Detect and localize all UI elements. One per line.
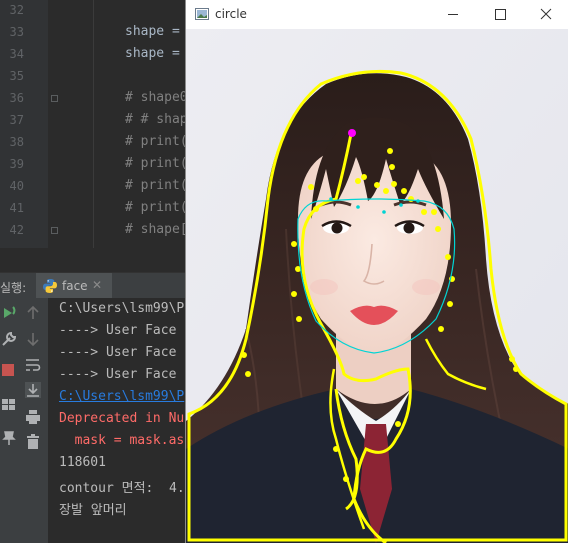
run-panel-title: 실행: <box>0 281 27 295</box>
console-line: ----> User Face <box>59 323 177 338</box>
line-number: 35 <box>9 69 24 83</box>
code-line: # print( <box>125 200 188 215</box>
stop-icon[interactable] <box>0 361 18 379</box>
console-line: ----> User Face <box>59 345 177 360</box>
wrench-icon[interactable] <box>0 330 18 348</box>
layout-icon[interactable] <box>0 396 18 414</box>
console-line: 118601 <box>59 455 106 470</box>
print-icon[interactable] <box>24 408 42 426</box>
run-tab-face[interactable]: face ✕ <box>36 273 112 299</box>
rerun-icon[interactable] <box>0 304 18 322</box>
code-line: shape = <box>125 24 188 39</box>
minimize-icon[interactable] <box>430 0 476 29</box>
fold-marker[interactable] <box>51 95 58 102</box>
line-number: 33 <box>9 25 24 39</box>
code-line: # print( <box>125 178 188 193</box>
console-line: ----> User Face <box>59 367 177 382</box>
run-left-toolbar <box>0 298 18 543</box>
up-arrow-icon[interactable] <box>24 304 42 322</box>
soft-wrap-icon[interactable] <box>24 356 42 374</box>
line-number: 40 <box>9 179 24 193</box>
console-link[interactable]: C:\Users\lsm99\P <box>59 389 184 404</box>
line-number: 32 <box>9 3 24 17</box>
line-number: 39 <box>9 157 24 171</box>
line-number: 37 <box>9 113 24 127</box>
close-tab-icon[interactable]: ✕ <box>92 278 102 292</box>
code-line: # print( <box>125 156 188 171</box>
line-number: 41 <box>9 201 24 215</box>
line-number: 36 <box>9 91 24 105</box>
scroll-to-end-icon[interactable] <box>24 381 42 399</box>
maximize-icon[interactable] <box>477 0 523 29</box>
code-line: # shape[ <box>125 222 188 237</box>
console-line: mask = mask.as <box>59 433 185 448</box>
code-line: # shape0 <box>125 90 188 105</box>
run-tab-label: face <box>62 279 88 293</box>
python-icon <box>43 279 57 293</box>
pin-icon[interactable] <box>0 429 18 447</box>
window-app-icon <box>195 8 209 20</box>
face-contour-image <box>186 29 568 543</box>
console-line: C:\Users\lsm99\P <box>59 301 185 316</box>
console-line: contour 면적: 4. <box>59 481 185 496</box>
run-console-toolbar <box>18 298 49 543</box>
trash-icon[interactable] <box>24 433 42 451</box>
close-icon[interactable] <box>523 0 568 29</box>
down-arrow-icon[interactable] <box>24 330 42 348</box>
line-number: 34 <box>9 47 24 61</box>
fold-marker[interactable] <box>51 227 58 234</box>
code-line: # # shap <box>125 112 188 127</box>
window-titlebar[interactable]: circle <box>186 0 568 29</box>
console-line: Deprecated in Nu <box>59 411 185 426</box>
code-line: shape = <box>125 46 188 61</box>
window-title: circle <box>215 7 247 21</box>
console-line: 장발 앞머리 <box>59 503 127 518</box>
line-number: 38 <box>9 135 24 149</box>
image-window[interactable]: circle <box>185 0 568 543</box>
line-number: 42 <box>9 223 24 237</box>
code-line: # print( <box>125 134 188 149</box>
indent-guide <box>93 0 94 248</box>
